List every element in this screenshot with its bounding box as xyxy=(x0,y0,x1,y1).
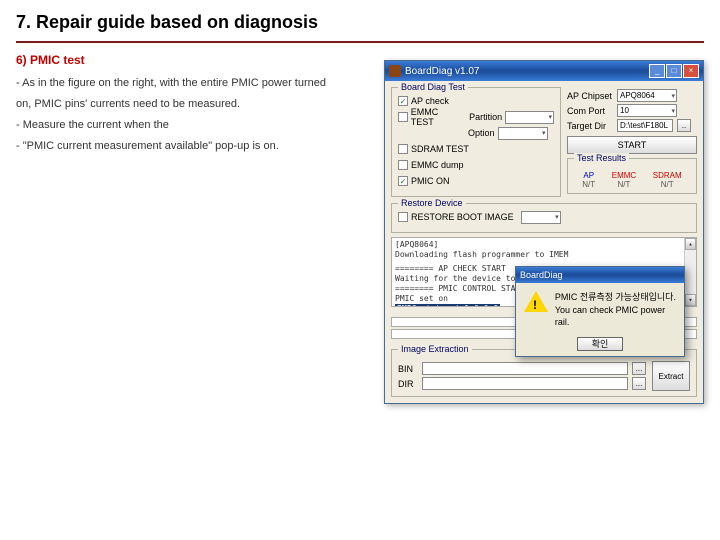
title-divider xyxy=(16,41,704,43)
extract-button[interactable]: Extract xyxy=(652,361,690,391)
log-line: [APQ8064] xyxy=(395,240,693,250)
bin-field[interactable] xyxy=(422,362,628,375)
scroll-down-icon[interactable]: ▾ xyxy=(685,294,696,306)
minimize-button[interactable]: _ xyxy=(649,64,665,78)
boarddiag-window: BoardDiag v1.07 _ □ × Board Diag Test ✓ … xyxy=(384,60,704,404)
log-line: Downloading flash programmer to IMEM xyxy=(395,250,693,260)
scrollbar[interactable]: ▴ ▾ xyxy=(684,238,696,306)
pmic-on-checkbox[interactable]: ✓ xyxy=(398,176,408,186)
ap-check-checkbox[interactable]: ✓ xyxy=(398,96,408,106)
sdram-test-checkbox[interactable] xyxy=(398,144,408,154)
browse-button[interactable]: .. xyxy=(677,119,691,132)
restore-device-group: Restore Device RESTORE BOOT IMAGE xyxy=(391,203,697,233)
emmc-dump-label: EMMC dump xyxy=(411,160,464,170)
popup-message-1: PMIC 전류측정 가능상태입니다. xyxy=(555,291,676,304)
pmic-popup: BoardDiag ! PMIC 전류측정 가능상태입니다. You can c… xyxy=(515,266,685,357)
option-label: Option xyxy=(468,128,495,138)
app-icon xyxy=(389,65,401,77)
result-sdram-value: N/T xyxy=(653,180,682,189)
ap-chipset-select[interactable]: APQ8064 xyxy=(617,89,677,102)
popup-ok-button[interactable]: 확인 xyxy=(577,337,624,351)
restore-select[interactable] xyxy=(521,211,561,224)
dir-browse-button[interactable]: ... xyxy=(632,377,646,390)
target-dir-label: Target Dir xyxy=(567,121,613,131)
result-ap-value: N/T xyxy=(582,180,595,189)
com-port-select[interactable]: 10 xyxy=(617,104,677,117)
page-title: 7. Repair guide based on diagnosis xyxy=(16,12,704,33)
popup-titlebar[interactable]: BoardDiag xyxy=(516,267,684,283)
ap-chipset-label: AP Chipset xyxy=(567,91,613,101)
config-panel: AP Chipset APQ8064 Com Port 10 Target Di… xyxy=(567,87,697,197)
restore-boot-label: RESTORE BOOT IMAGE xyxy=(411,212,514,222)
pmic-on-label: PMIC ON xyxy=(411,176,450,186)
ap-check-label: AP check xyxy=(411,96,449,106)
titlebar[interactable]: BoardDiag v1.07 _ □ × xyxy=(385,61,703,81)
popup-title: BoardDiag xyxy=(520,270,563,280)
test-results-group: Test Results APN/T EMMCN/T SDRAMN/T xyxy=(567,158,697,194)
log-highlight: PMIC status | 1 0 0 0 xyxy=(395,304,500,307)
warning-icon: ! xyxy=(524,291,547,315)
popup-message-2: You can check PMIC power rail. xyxy=(555,304,676,329)
bin-browse-button[interactable]: ... xyxy=(632,362,646,375)
group-label: Test Results xyxy=(574,153,629,163)
partition-label: Partition xyxy=(469,112,502,122)
emmc-test-checkbox[interactable] xyxy=(398,112,408,122)
option-select[interactable] xyxy=(498,127,548,140)
emmc-dump-checkbox[interactable] xyxy=(398,160,408,170)
result-ap-header: AP xyxy=(582,171,595,180)
bin-label: BIN xyxy=(398,364,418,374)
start-button[interactable]: START xyxy=(567,136,697,154)
board-diag-test-group: Board Diag Test ✓ AP check EMMC TEST Par… xyxy=(391,87,561,197)
emmc-test-label: EMMC TEST xyxy=(411,107,462,127)
restore-boot-checkbox[interactable] xyxy=(398,212,408,222)
partition-select[interactable] xyxy=(505,111,554,124)
sdram-test-label: SDRAM TEST xyxy=(411,144,469,154)
group-label: Board Diag Test xyxy=(398,82,468,92)
group-label: Restore Device xyxy=(398,198,466,208)
com-port-label: Com Port xyxy=(567,106,613,116)
group-label: Image Extraction xyxy=(398,344,472,354)
result-emmc-value: N/T xyxy=(612,180,636,189)
window-title: BoardDiag v1.07 xyxy=(405,66,649,77)
dir-field[interactable] xyxy=(422,377,628,390)
result-emmc-header: EMMC xyxy=(612,171,636,180)
scroll-up-icon[interactable]: ▴ xyxy=(685,238,696,250)
dir-label: DIR xyxy=(398,379,418,389)
maximize-button[interactable]: □ xyxy=(666,64,682,78)
result-sdram-header: SDRAM xyxy=(653,171,682,180)
target-dir-field[interactable]: D:\test\F180L xyxy=(617,119,673,132)
close-button[interactable]: × xyxy=(683,64,699,78)
